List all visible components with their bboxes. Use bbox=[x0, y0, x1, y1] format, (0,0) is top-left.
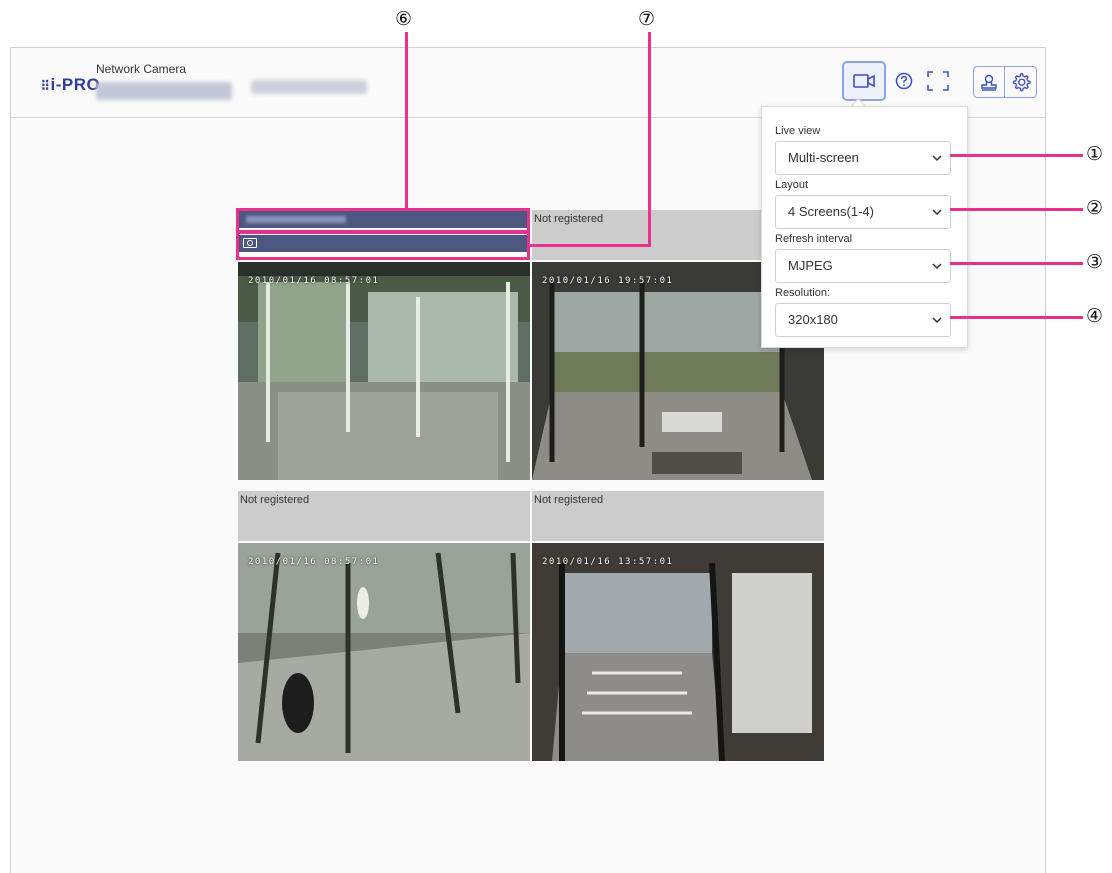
layout-value: 4 Screens(1-4) bbox=[788, 204, 874, 219]
video-frame-4 bbox=[532, 543, 824, 761]
tile-3-label: Not registered bbox=[240, 494, 310, 506]
product-name: Network Camera bbox=[96, 62, 187, 76]
tile-2-label: Not registered bbox=[534, 213, 604, 225]
layout-label: Layout bbox=[775, 179, 809, 191]
tile-1-timestamp: 2010/01/16 08:57:01 bbox=[248, 276, 380, 286]
callout-3: ③ bbox=[1086, 251, 1104, 273]
callout-1: ① bbox=[1086, 143, 1104, 165]
model-number-redacted bbox=[96, 82, 232, 100]
live-settings-popup: Live view Multi-screen Layout 4 Screens(… bbox=[761, 106, 968, 348]
callout-2: ② bbox=[1086, 197, 1104, 219]
leader-line-7-vertical bbox=[648, 32, 651, 247]
tile-4-label: Not registered bbox=[534, 494, 604, 506]
leader-line-2 bbox=[950, 208, 1083, 211]
tile-1-video[interactable]: 2010/01/16 08:57:01 bbox=[238, 262, 530, 480]
tile-2-timestamp: 2010/01/16 19:57:01 bbox=[542, 276, 674, 286]
leader-line-3 bbox=[950, 262, 1083, 265]
camera-title-redacted bbox=[251, 80, 367, 94]
logo-text: i-PRO bbox=[50, 75, 101, 94]
video-frame-1 bbox=[238, 262, 530, 480]
help-circle-icon bbox=[895, 72, 913, 90]
logo-dots-icon: ⁝⁝ bbox=[41, 77, 49, 94]
resolution-select[interactable]: 320x180 bbox=[775, 303, 951, 337]
live-view-value: Multi-screen bbox=[788, 150, 859, 165]
leader-line-1 bbox=[950, 154, 1083, 157]
tile-3-timestamp: 2010/01/16 08:57:01 bbox=[248, 557, 380, 567]
live-view-button[interactable] bbox=[842, 61, 886, 101]
video-camera-icon bbox=[853, 74, 875, 88]
live-view-select[interactable]: Multi-screen bbox=[775, 141, 951, 175]
brand-logo: ⁝⁝ i-PRO bbox=[41, 75, 100, 95]
user-stamp-icon bbox=[981, 74, 997, 91]
refresh-interval-label: Refresh interval bbox=[775, 233, 853, 245]
chevron-down-icon bbox=[932, 263, 942, 270]
fullscreen-icon bbox=[927, 71, 949, 91]
layout-select[interactable]: 4 Screens(1-4) bbox=[775, 195, 951, 229]
tile-4-timestamp: 2010/01/16 13:57:01 bbox=[542, 557, 674, 567]
callout-6: ⑥ bbox=[395, 8, 413, 30]
fullscreen-button[interactable] bbox=[923, 68, 953, 94]
user-button[interactable] bbox=[973, 66, 1005, 98]
callout-4: ④ bbox=[1086, 305, 1104, 327]
chevron-down-icon bbox=[932, 155, 942, 162]
refresh-interval-select[interactable]: MJPEG bbox=[775, 249, 951, 283]
leader-line-7-horizontal bbox=[530, 244, 651, 247]
tile-3-header: Not registered bbox=[238, 491, 530, 541]
refresh-interval-value: MJPEG bbox=[788, 258, 833, 273]
resolution-label: Resolution: bbox=[775, 287, 831, 299]
tile-3-video[interactable]: 2010/01/16 08:57:01 bbox=[238, 543, 530, 761]
annotation-box-7 bbox=[236, 231, 530, 260]
live-view-label: Live view bbox=[775, 125, 821, 137]
annotation-box-6 bbox=[236, 208, 530, 233]
tile-4-video[interactable]: 2010/01/16 13:57:01 bbox=[532, 543, 824, 761]
settings-button[interactable] bbox=[1005, 66, 1037, 98]
gear-icon bbox=[1012, 72, 1031, 92]
callout-7: ⑦ bbox=[638, 8, 656, 30]
video-frame-3 bbox=[238, 543, 530, 761]
chevron-down-icon bbox=[932, 317, 942, 324]
resolution-value: 320x180 bbox=[788, 312, 838, 327]
chevron-down-icon bbox=[932, 209, 942, 216]
leader-line-4 bbox=[950, 316, 1083, 319]
help-button[interactable] bbox=[891, 68, 917, 94]
tile-4-header: Not registered bbox=[532, 491, 824, 541]
leader-line-6 bbox=[405, 32, 408, 209]
